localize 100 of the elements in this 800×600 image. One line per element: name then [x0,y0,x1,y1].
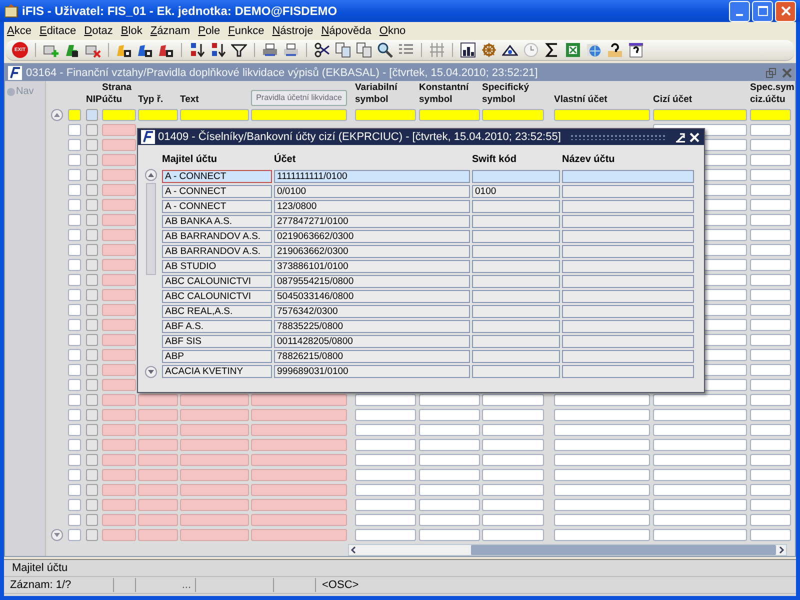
grid-field[interactable] [102,408,136,420]
table-cell[interactable] [472,170,560,183]
grid-field[interactable] [750,378,791,390]
table-cell[interactable] [562,365,694,378]
table-cell[interactable]: 373886101/0100 [274,260,470,273]
grid-field[interactable] [355,424,416,436]
table-cell[interactable]: ABP [162,350,272,363]
table-cell[interactable] [472,275,560,288]
grid-field[interactable] [102,514,136,526]
grid-field[interactable] [68,198,81,210]
grid-field[interactable] [653,498,747,510]
grid-field[interactable] [102,348,136,360]
grid-field[interactable] [102,364,136,376]
grid-field[interactable] [653,394,747,406]
grid-field[interactable] [554,454,650,466]
grid-checkbox[interactable] [86,304,98,316]
grid-field[interactable] [750,304,791,316]
grid-field[interactable] [419,394,480,406]
grid-field[interactable] [68,514,81,526]
grid-field[interactable] [102,484,136,496]
grid-field[interactable] [251,468,347,480]
grid-field[interactable] [419,438,480,450]
menu-item[interactable]: Akce [7,25,32,37]
grid-field[interactable] [653,438,747,450]
paste-icon[interactable] [356,42,372,58]
table-cell[interactable]: 0011428205/0800 [274,335,470,348]
grid-field[interactable] [102,198,136,210]
help-topic-icon[interactable] [628,42,644,58]
table-cell[interactable] [472,245,560,258]
scroll-down-icon[interactable] [145,366,157,378]
grid-checkbox[interactable] [86,198,98,210]
maximize-button[interactable] [752,0,773,22]
grid-field[interactable] [750,528,791,540]
grid-field[interactable] [68,274,81,286]
grid-field[interactable] [750,498,791,510]
table-cell[interactable] [562,350,694,363]
columns-icon[interactable] [429,42,445,58]
grid-field[interactable] [68,288,81,300]
grid-field[interactable] [750,154,791,166]
grid-field[interactable] [68,334,81,346]
grid-field[interactable] [482,498,544,510]
grid-field[interactable] [653,484,747,496]
table-cell[interactable]: ABF A.S. [162,320,272,333]
grid-field[interactable] [68,438,81,450]
grid-field[interactable] [750,364,791,376]
table-cell[interactable]: 5045033146/0800 [274,290,470,303]
grid-field[interactable] [653,468,747,480]
grid-field[interactable] [750,318,791,330]
grid-checkbox[interactable] [86,334,98,346]
grid-field[interactable] [68,318,81,330]
menu-item[interactable]: Funkce [228,25,264,37]
grid-field[interactable] [138,408,178,420]
table-cell[interactable] [472,305,560,318]
grid-field[interactable] [750,184,791,196]
grid-field[interactable] [180,394,249,406]
table-cell[interactable] [562,275,694,288]
grid-field[interactable] [68,304,81,316]
menu-item[interactable]: Blok [120,25,142,37]
query-field[interactable] [138,108,178,120]
table-cell[interactable] [562,335,694,348]
table-cell[interactable]: A - CONNECT [162,170,272,183]
grid-checkbox[interactable] [86,528,98,540]
table-cell[interactable]: AB STUDIO [162,260,272,273]
grid-field[interactable] [102,304,136,316]
grid-field[interactable] [102,498,136,510]
grid-field[interactable] [68,184,81,196]
query-field[interactable] [355,108,416,120]
grid-field[interactable] [482,408,544,420]
folder-query-icon[interactable] [116,42,132,58]
grid-field[interactable] [138,424,178,436]
filter-icon[interactable] [231,42,247,58]
table-cell[interactable]: 277847271/0100 [274,215,470,228]
restore-icon[interactable] [766,68,776,78]
table-cell[interactable] [472,260,560,273]
grid-field[interactable] [102,454,136,466]
grid-field[interactable] [102,528,136,540]
grid-checkbox[interactable] [86,394,98,406]
grid-field[interactable] [750,468,791,480]
query-field[interactable] [68,108,81,120]
grid-field[interactable] [68,364,81,376]
grid-field[interactable] [68,408,81,420]
grid-field[interactable] [355,528,416,540]
table-cell[interactable] [562,230,694,243]
grid-field[interactable] [68,154,81,166]
grid-field[interactable] [750,214,791,226]
grid-field[interactable] [554,394,650,406]
grid-field[interactable] [138,498,178,510]
grid-field[interactable] [355,408,416,420]
copy-icon[interactable] [335,42,351,58]
grid-field[interactable] [653,528,747,540]
grid-field[interactable] [180,438,249,450]
table-cell[interactable]: 219063662/0300 [274,245,470,258]
sigma-icon[interactable] [544,42,560,58]
table-cell[interactable] [562,185,694,198]
grid-checkbox[interactable] [86,484,98,496]
clock-icon[interactable] [523,42,539,58]
sort-ascending-icon[interactable] [189,42,205,58]
grid-checkbox[interactable] [86,454,98,466]
grid-checkbox[interactable] [86,468,98,480]
grid-field[interactable] [554,424,650,436]
